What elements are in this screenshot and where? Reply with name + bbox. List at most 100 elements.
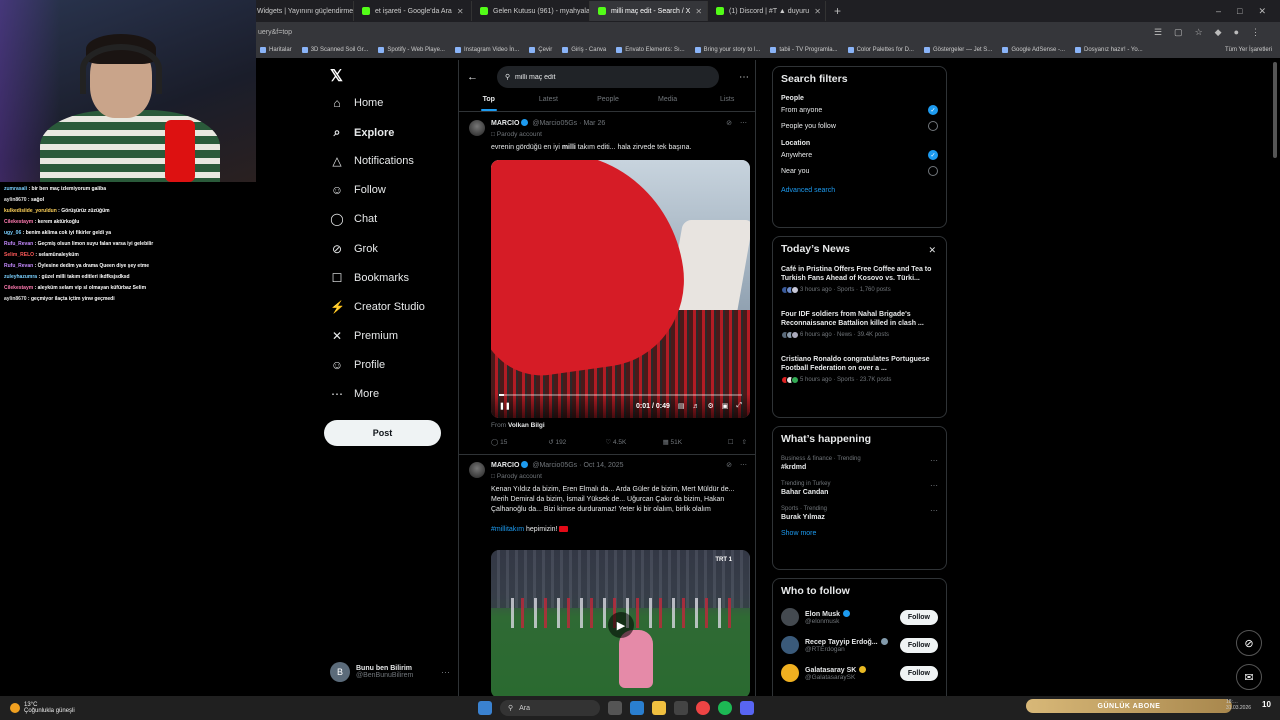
follow-button[interactable]: Follow	[899, 609, 938, 625]
share-icon[interactable]: ⇧	[742, 438, 747, 446]
bookmark-item[interactable]: Google AdSense -...	[1002, 47, 1065, 53]
nav-item-more[interactable]: ⋯ More	[330, 387, 379, 401]
follow-suggestion[interactable]: Recep Tayyip Erdoğ... @RTErdogan Follow	[773, 631, 946, 659]
discord-icon[interactable]	[740, 701, 754, 715]
nav-item-bookmarks[interactable]: ☐ Bookmarks	[330, 271, 409, 285]
browser-tab[interactable]: Gelen Kutusu (961) - myahyala✕	[472, 1, 590, 21]
volume-icon[interactable]: ♬	[692, 403, 699, 410]
trend-item[interactable]: Sports · Trending Burak Yılmaz ⋯	[773, 501, 946, 526]
tab-media[interactable]: Media	[638, 90, 698, 111]
tweet-video[interactable]: TRT 1 ▶	[491, 550, 750, 696]
nav-item-notifications[interactable]: △ Notifications	[330, 154, 414, 168]
new-tab-icon[interactable]: +	[826, 4, 849, 18]
chrome-icon[interactable]	[696, 701, 710, 715]
grok-icon[interactable]: ⊘	[726, 119, 732, 127]
more-dots-icon[interactable]: ⋯	[930, 481, 938, 490]
more-dots-icon[interactable]: ⋯	[740, 119, 747, 127]
search-input[interactable]	[497, 66, 719, 88]
tweet-author-name[interactable]: MARCIO	[491, 120, 519, 127]
tweet-handle[interactable]: @Marcio05Gs	[532, 462, 577, 469]
close-icon[interactable]: ✕	[695, 7, 702, 16]
avatar[interactable]	[469, 462, 485, 478]
grok-icon[interactable]: ⊘	[1236, 630, 1262, 656]
spotify-icon[interactable]	[718, 701, 732, 715]
captions-icon[interactable]: ▤	[678, 402, 685, 410]
x-logo-icon[interactable]: 𝕏	[330, 66, 343, 86]
nav-item-grok[interactable]: ⊘ Grok	[330, 242, 378, 256]
bookmark-item[interactable]: Color Palettes for D...	[847, 47, 914, 53]
show-more-link[interactable]: Show more	[773, 526, 946, 545]
bookmark-item[interactable]: Bring your story to l...	[694, 47, 760, 53]
advanced-search-link[interactable]: Advanced search	[773, 179, 946, 202]
like-button[interactable]: ♡ 4.5K	[605, 438, 662, 446]
pause-icon[interactable]: ❚❚	[499, 402, 511, 410]
follow-suggestion[interactable]: Elon Musk @elonmusk Follow	[773, 603, 946, 631]
browser-tab[interactable]: (1) Discord | #T ▲ duyuru ✕	[708, 1, 826, 21]
tab-people[interactable]: People	[578, 90, 638, 111]
nav-item-chat[interactable]: ◯ Chat	[330, 212, 377, 226]
avatar[interactable]	[781, 608, 799, 626]
weather-widget[interactable]: 13°C Çoğunlukla güneşli	[0, 702, 75, 714]
tweet-author-name[interactable]: MARCIO	[491, 462, 519, 469]
close-window-icon[interactable]: ✕	[1258, 6, 1266, 17]
more-dots-icon[interactable]: ⋯	[930, 456, 938, 465]
close-icon[interactable]: ✕	[814, 7, 821, 16]
bookmark-item[interactable]: Giriş - Canva	[562, 47, 606, 53]
bookmark-item[interactable]: tabii - TV Programla...	[770, 47, 838, 53]
news-item[interactable]: Cristiano Ronaldo congratulates Portugue…	[773, 351, 946, 388]
back-arrow-icon[interactable]: ←	[467, 71, 478, 83]
bookmark-item[interactable]: Haritalar	[260, 47, 292, 53]
more-dots-icon[interactable]: ⋯	[740, 461, 747, 469]
settings-icon[interactable]: ⚙	[707, 402, 713, 410]
trend-item[interactable]: Trending in Turkey Bahar Candan ⋯	[773, 476, 946, 501]
bookmark-item[interactable]: Spotify - Web Playe...	[378, 47, 445, 53]
play-icon[interactable]: ▶	[608, 612, 634, 638]
hashtag-link[interactable]: #millitakım	[491, 526, 524, 533]
maximize-icon[interactable]: □	[1237, 6, 1242, 17]
tab-lists[interactable]: Lists	[697, 90, 755, 111]
windows-start-icon[interactable]	[478, 701, 492, 715]
all-bookmarks-folder[interactable]: Tüm Yer İşaretleri	[1225, 47, 1280, 53]
repost-button[interactable]: ↺ 192	[548, 438, 605, 446]
bookmark-item[interactable]: Çevir	[529, 47, 552, 53]
radio-empty-icon[interactable]	[928, 121, 938, 131]
grok-icon[interactable]: ⊘	[726, 461, 732, 469]
nav-item-explore[interactable]: ⌕ Explore	[330, 125, 395, 140]
news-item[interactable]: Café in Pristina Offers Free Coffee and …	[773, 261, 946, 298]
profile-icon[interactable]: ●	[1234, 27, 1239, 38]
tweet-handle[interactable]: @Marcio05Gs	[532, 120, 577, 127]
bookmark-item[interactable]: 3D Scanned Soil Gr...	[301, 47, 368, 53]
radio-checked-icon[interactable]: ✓	[928, 150, 938, 160]
browser-tab[interactable]: milli maç edit - Search / X ✕	[590, 1, 708, 21]
menu-kebab-icon[interactable]: ⋮	[1251, 27, 1260, 38]
more-dots-icon[interactable]: ⋯	[739, 72, 749, 83]
more-dots-icon[interactable]: ⋯	[930, 506, 938, 515]
nav-item-creator-studio[interactable]: ⚡ Creator Studio	[330, 300, 425, 314]
filter-option[interactable]: From anyone ✓	[773, 102, 946, 118]
scrollbar[interactable]	[1273, 62, 1277, 158]
reply-button[interactable]: ◯ 15	[491, 438, 548, 446]
filter-option[interactable]: Anywhere ✓	[773, 147, 946, 163]
tweet[interactable]: MARCIO @Marcio05Gs · Mar 26 ⊘ ⋯ □ Parody…	[459, 116, 755, 456]
minimize-icon[interactable]: –	[1216, 6, 1221, 17]
url-text[interactable]: uery&f=top	[258, 29, 292, 36]
store-icon[interactable]	[674, 701, 688, 715]
account-switcher[interactable]: B Bunu ben Bilirim @BenBunuBilirem ⋯	[330, 662, 450, 682]
translate-icon[interactable]: ☰	[1154, 27, 1162, 38]
bookmark-item[interactable]: Instagram Video İn...	[454, 47, 519, 53]
follow-button[interactable]: Follow	[899, 637, 938, 653]
bookmark-icon[interactable]: ☐	[728, 438, 734, 446]
edge-icon[interactable]	[630, 701, 644, 715]
fullscreen-icon[interactable]: ⤢	[736, 402, 742, 410]
follow-button[interactable]: Follow	[899, 665, 938, 681]
tab-top[interactable]: Top	[459, 90, 519, 111]
trend-item[interactable]: Business & finance · Trending #krdmd ⋯	[773, 451, 946, 476]
bookmark-item[interactable]: Göstergeler — Jet S...	[923, 47, 992, 53]
tweet-date[interactable]: Oct 14, 2025	[583, 462, 623, 469]
avatar[interactable]	[469, 120, 485, 136]
task-view-icon[interactable]	[608, 701, 622, 715]
nav-item-premium[interactable]: ✕ Premium	[330, 329, 398, 343]
radio-checked-icon[interactable]: ✓	[928, 105, 938, 115]
filter-option[interactable]: Near you	[773, 163, 946, 179]
avatar[interactable]	[781, 636, 799, 654]
